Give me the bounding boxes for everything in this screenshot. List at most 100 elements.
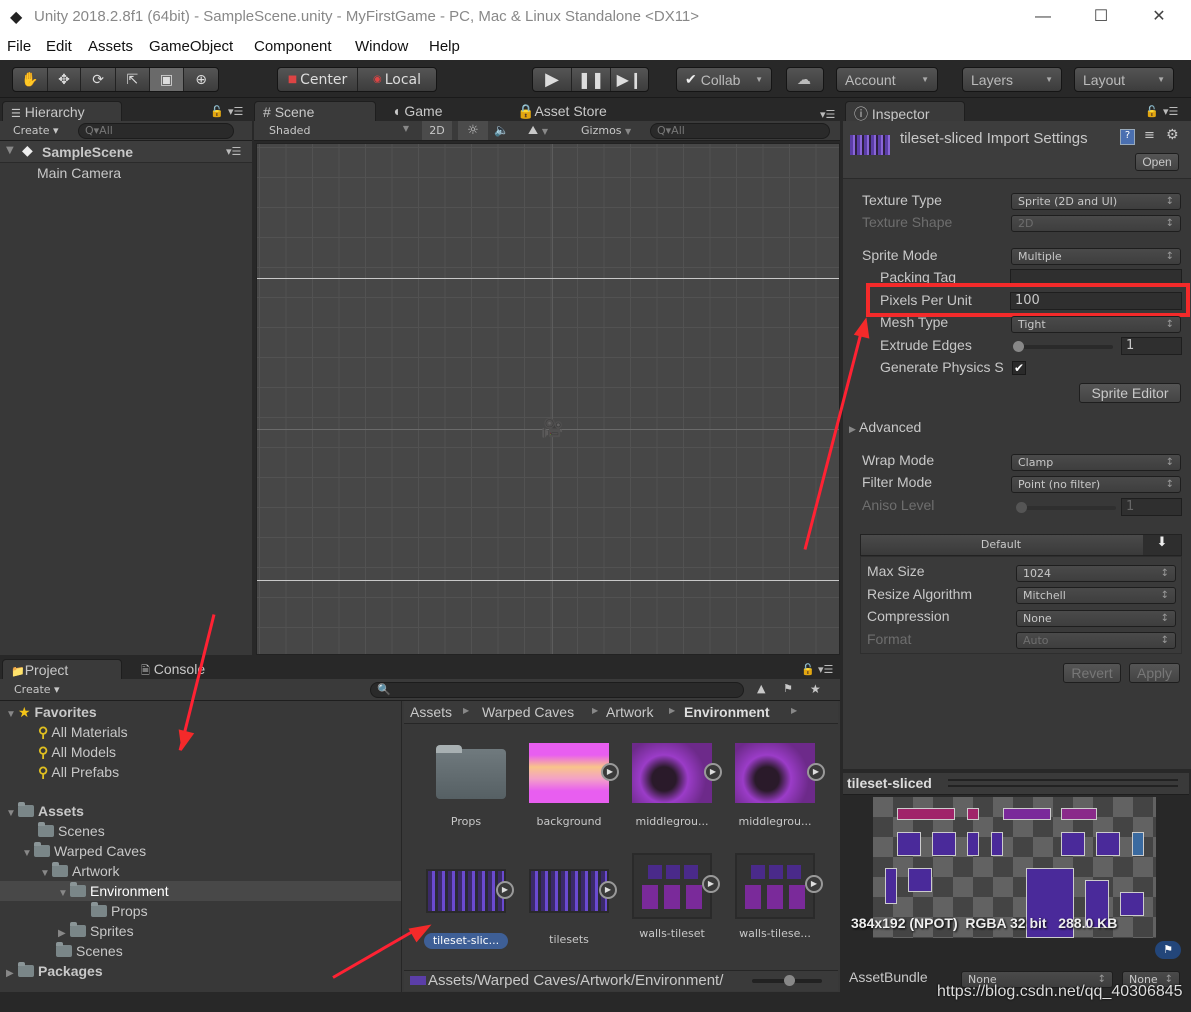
breadcrumb-assets[interactable]: Assets	[410, 704, 452, 720]
tab-project[interactable]: 📁Project	[2, 659, 122, 680]
layout-dropdown[interactable]: Layout ▼	[1074, 67, 1174, 92]
pivot-center-button[interactable]: ■ Center	[278, 68, 358, 91]
minimize-button[interactable]: —	[1020, 4, 1066, 30]
gear-icon[interactable]: ⚙	[1166, 127, 1179, 143]
menu-help[interactable]: Help	[429, 38, 460, 55]
help-icon[interactable]: ?	[1120, 129, 1135, 145]
open-button[interactable]: Open	[1135, 153, 1179, 171]
account-dropdown[interactable]: Account ▼	[836, 67, 938, 92]
play-icon[interactable]: ▶	[704, 763, 722, 781]
panel-menu-icon[interactable]: ▾☰	[228, 105, 243, 118]
rect-tool-button[interactable]: ▣	[149, 68, 185, 91]
2d-mode-toggle[interactable]: 2D	[422, 121, 452, 140]
play-icon[interactable]: ▶	[805, 875, 823, 893]
tab-hierarchy[interactable]: ☰ Hierarchy	[2, 101, 122, 122]
menu-window[interactable]: Window	[355, 38, 408, 55]
menu-component[interactable]: Component	[254, 38, 332, 55]
tab-asset-store[interactable]: 🔒Asset Store	[509, 101, 639, 122]
revert-button[interactable]: Revert	[1063, 663, 1121, 683]
play-button[interactable]: ▶	[533, 68, 572, 91]
expand-triangle-icon[interactable]: ▼	[6, 145, 14, 156]
drag-handle[interactable]	[948, 779, 1178, 787]
shading-mode-dropdown[interactable]: Shaded ▼	[269, 124, 409, 137]
filter-by-label-icon[interactable]: ⚑	[783, 682, 793, 695]
move-tool-button[interactable]: ✥	[48, 68, 82, 91]
project-search-input[interactable]: 🔍	[370, 682, 744, 698]
tree-item-scenes-2[interactable]: Scenes	[56, 942, 123, 959]
asset-item[interactable]: ▶ middlegrou...	[730, 743, 825, 828]
lock-icon[interactable]: 🔓	[210, 105, 224, 118]
tab-console[interactable]: 🗎 Console	[133, 659, 223, 680]
scene-viewport[interactable]: 🎥	[256, 143, 840, 655]
pause-button[interactable]: ❚❚	[572, 68, 611, 91]
max-size-dropdown[interactable]: 1024	[1016, 565, 1176, 582]
preset-icon[interactable]: ≡	[1144, 128, 1155, 143]
pivot-local-button[interactable]: ◉ Local	[358, 68, 436, 91]
lock-icon[interactable]: 🔓	[801, 663, 815, 676]
asset-item[interactable]: ▶ tileset-slic...	[421, 861, 514, 949]
texture-type-dropdown[interactable]: Sprite (2D and UI)	[1011, 193, 1181, 210]
extrude-edges-input[interactable]: 1	[1121, 337, 1182, 355]
filter-by-type-icon[interactable]: ▲	[757, 682, 765, 695]
favorites-header[interactable]: ▼ ★ Favorites	[6, 704, 97, 721]
step-button[interactable]: ▶❙	[611, 68, 648, 91]
breadcrumb-warped-caves[interactable]: Warped Caves	[482, 704, 574, 720]
hierarchy-search-input[interactable]: Q▾All	[78, 123, 234, 139]
asset-item[interactable]: ▶ tilesets	[524, 861, 617, 946]
platform-tab-default[interactable]: Default	[861, 538, 1141, 551]
favorite-item[interactable]: ⚲ All Materials	[38, 724, 128, 741]
slider-thumb[interactable]	[1013, 341, 1024, 352]
favorite-item[interactable]: ⚲ All Prefabs	[38, 764, 119, 781]
asset-item[interactable]: ▶ middlegrou...	[627, 743, 722, 828]
breadcrumb-artwork[interactable]: Artwork	[606, 704, 653, 720]
menu-assets[interactable]: Assets	[88, 38, 133, 55]
tree-item-assets[interactable]: ▼ Assets	[6, 802, 84, 819]
panel-menu-icon[interactable]: ▾☰	[1163, 105, 1178, 118]
scene-header-row[interactable]: ▼ ◆ SampleScene ▾☰	[0, 141, 252, 163]
favorite-item[interactable]: ⚲ All Models	[38, 744, 116, 761]
cloud-button[interactable]: ☁	[786, 67, 824, 92]
scene-search-input[interactable]: Q▾All	[650, 123, 830, 139]
collab-dropdown[interactable]: ✔ Collab ▼	[676, 67, 772, 92]
wrap-mode-dropdown[interactable]: Clamp	[1011, 454, 1181, 471]
asset-item[interactable]: ▶ walls-tilese...	[730, 853, 823, 940]
asset-item[interactable]: Props	[421, 743, 511, 828]
download-icon[interactable]: ⬇	[1143, 535, 1181, 555]
mesh-type-dropdown[interactable]: Tight	[1011, 316, 1181, 333]
menu-gameobject[interactable]: GameObject	[149, 38, 233, 55]
tree-item-environment[interactable]: ▼ Environment	[58, 882, 169, 899]
panel-menu-icon[interactable]: ▾☰	[820, 108, 835, 121]
play-icon[interactable]: ▶	[601, 763, 619, 781]
menu-edit[interactable]: Edit	[46, 38, 72, 55]
asset-item[interactable]: ▶ walls-tileset	[627, 853, 720, 940]
transform-tool-button[interactable]: ⊕	[184, 68, 218, 91]
project-create-button[interactable]: Create ▾	[14, 683, 60, 696]
tree-item-packages[interactable]: ▶ Packages	[6, 962, 103, 979]
breadcrumb-environment[interactable]: Environment	[684, 704, 770, 720]
play-icon[interactable]: ▶	[599, 881, 617, 899]
apply-button[interactable]: Apply	[1129, 663, 1180, 683]
extrude-edges-slider[interactable]	[1013, 345, 1113, 349]
tab-inspector[interactable]: ⓘ Inspector	[845, 101, 965, 122]
hierarchy-item[interactable]: Main Camera	[37, 165, 121, 181]
tree-item-warped-caves[interactable]: ▼ Warped Caves	[22, 842, 146, 859]
gizmos-dropdown[interactable]: Gizmos ▼	[581, 124, 631, 137]
tree-item-artwork[interactable]: ▼ Artwork	[40, 862, 119, 879]
hand-tool-button[interactable]: ✋	[13, 68, 48, 91]
play-icon[interactable]: ▶	[702, 875, 720, 893]
sprite-mode-dropdown[interactable]: Multiple	[1011, 248, 1181, 265]
asset-item[interactable]: ▶ background	[524, 743, 619, 828]
play-icon[interactable]: ▶	[807, 763, 825, 781]
lock-icon[interactable]: 🔓	[1145, 105, 1159, 118]
menu-file[interactable]: File	[7, 38, 31, 55]
tree-item-sprites[interactable]: ▶ Sprites	[58, 922, 134, 939]
maximize-button[interactable]: ☐	[1078, 4, 1124, 30]
camera-gizmo-icon[interactable]: 🎥	[541, 418, 563, 439]
panel-menu-icon[interactable]: ▾☰	[818, 663, 833, 676]
filter-mode-dropdown[interactable]: Point (no filter)	[1011, 476, 1181, 493]
lighting-toggle[interactable]: ☼	[458, 121, 488, 140]
effects-toggle[interactable]: ⛰ ▼	[528, 123, 548, 138]
advanced-foldout[interactable]: ▶ Advanced	[849, 419, 921, 435]
slider-thumb[interactable]	[784, 975, 795, 986]
compression-dropdown[interactable]: None	[1016, 610, 1176, 627]
